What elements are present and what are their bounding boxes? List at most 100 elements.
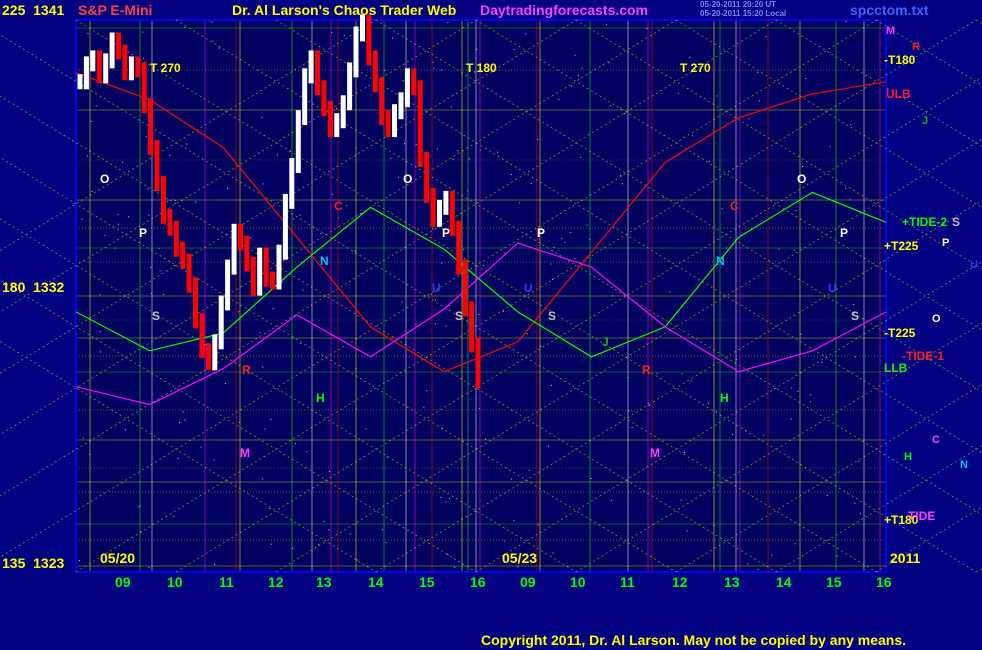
star-dot xyxy=(708,161,710,163)
diagonal-up-line xyxy=(975,567,982,573)
right-label-minus-t180: -T180 xyxy=(884,53,916,67)
x-tick-label: 16 xyxy=(470,574,486,590)
price-bar xyxy=(282,193,288,260)
right-label-r: R xyxy=(912,41,920,53)
price-bar xyxy=(96,50,102,84)
star-dot xyxy=(450,106,452,108)
y-bottom-label: 135 1323 xyxy=(2,555,65,571)
star-dot xyxy=(331,193,333,195)
harmonic-label-1: T 270 xyxy=(150,61,181,75)
star-dot xyxy=(468,158,470,160)
star-dot xyxy=(537,138,539,140)
star-dot xyxy=(117,223,119,225)
star-dot xyxy=(763,434,765,436)
right-label-plus-t225: +T225 xyxy=(884,239,919,253)
star-dot xyxy=(440,69,442,71)
price-bar xyxy=(83,56,89,90)
star-dot xyxy=(513,520,515,522)
price-bar xyxy=(475,337,481,389)
star-dot xyxy=(390,157,392,159)
star-dot xyxy=(608,62,610,64)
star-dot xyxy=(517,566,519,568)
price-bar xyxy=(456,220,462,275)
star-dot xyxy=(401,301,403,303)
planet-marker-s-2: S xyxy=(455,309,464,323)
star-dot xyxy=(610,500,612,502)
star-dot xyxy=(218,47,220,49)
star-dot xyxy=(214,564,216,566)
star-dot xyxy=(765,35,767,37)
star-dot xyxy=(99,351,101,353)
date-label-2: 05/23 xyxy=(502,550,538,566)
star-dot xyxy=(269,508,271,510)
star-dot xyxy=(510,174,512,176)
x-tick-label: 14 xyxy=(368,574,384,590)
star-dot xyxy=(503,252,505,254)
star-dot xyxy=(447,553,449,555)
price-bar xyxy=(430,187,436,227)
planet-marker-n-2: N xyxy=(716,254,725,268)
star-dot xyxy=(426,390,428,392)
star-dot xyxy=(195,201,197,203)
star-dot xyxy=(496,151,498,153)
star-dot xyxy=(302,289,304,291)
star-dot xyxy=(513,49,515,51)
star-dot xyxy=(104,234,106,236)
star-dot xyxy=(854,502,856,504)
planet-marker-h-2: H xyxy=(720,391,729,405)
planet-marker-m-1: M xyxy=(240,446,250,460)
star-dot xyxy=(552,552,554,554)
star-dot xyxy=(328,529,330,531)
star-dot xyxy=(716,95,718,97)
star-dot xyxy=(526,333,528,335)
price-bar xyxy=(469,301,475,353)
price-bar xyxy=(417,80,423,167)
x-tick-label: 12 xyxy=(672,574,688,590)
star-dot xyxy=(570,85,572,87)
star-dot xyxy=(716,410,718,412)
price-bar xyxy=(135,56,141,78)
star-dot xyxy=(525,33,527,35)
star-dot xyxy=(150,266,152,268)
planet-marker-p-3: P xyxy=(537,226,546,240)
star-dot xyxy=(270,543,272,545)
star-dot xyxy=(441,262,443,264)
star-dot xyxy=(398,176,400,178)
price-bar xyxy=(379,77,385,126)
star-dot xyxy=(169,154,171,156)
price-bar xyxy=(109,32,115,69)
star-dot xyxy=(793,249,795,251)
star-dot xyxy=(356,559,358,561)
star-dot xyxy=(680,499,682,501)
star-dot xyxy=(821,361,823,363)
star-dot xyxy=(224,382,226,384)
star-dot xyxy=(354,250,356,252)
planet-marker-o-3: O xyxy=(797,172,807,186)
star-dot xyxy=(586,224,588,226)
right-label-u: U xyxy=(970,259,978,271)
star-dot xyxy=(478,313,480,315)
star-dot xyxy=(145,136,147,138)
price-bar xyxy=(199,313,205,359)
chart-title: Dr. Al Larson's Chaos Trader Web xyxy=(232,2,457,18)
star-dot xyxy=(503,311,505,313)
price-bar xyxy=(90,50,96,72)
star-dot xyxy=(121,161,123,163)
price-bar xyxy=(321,80,327,117)
right-label-j: J xyxy=(922,115,929,127)
star-dot xyxy=(757,569,759,571)
star-dot xyxy=(686,530,688,532)
price-bar xyxy=(238,223,243,251)
right-label-c: C xyxy=(932,434,940,446)
star-dot xyxy=(270,418,272,420)
price-bar xyxy=(77,74,83,90)
planet-marker-j-1: J xyxy=(602,335,609,349)
star-dot xyxy=(423,406,425,408)
site-link[interactable]: Daytradingforecasts.com xyxy=(480,3,648,17)
price-bar xyxy=(340,95,346,129)
star-dot xyxy=(272,308,274,310)
star-dot xyxy=(403,143,405,145)
price-bar xyxy=(116,32,121,60)
star-dot xyxy=(609,105,611,107)
planet-marker-r-1: R xyxy=(242,363,251,377)
